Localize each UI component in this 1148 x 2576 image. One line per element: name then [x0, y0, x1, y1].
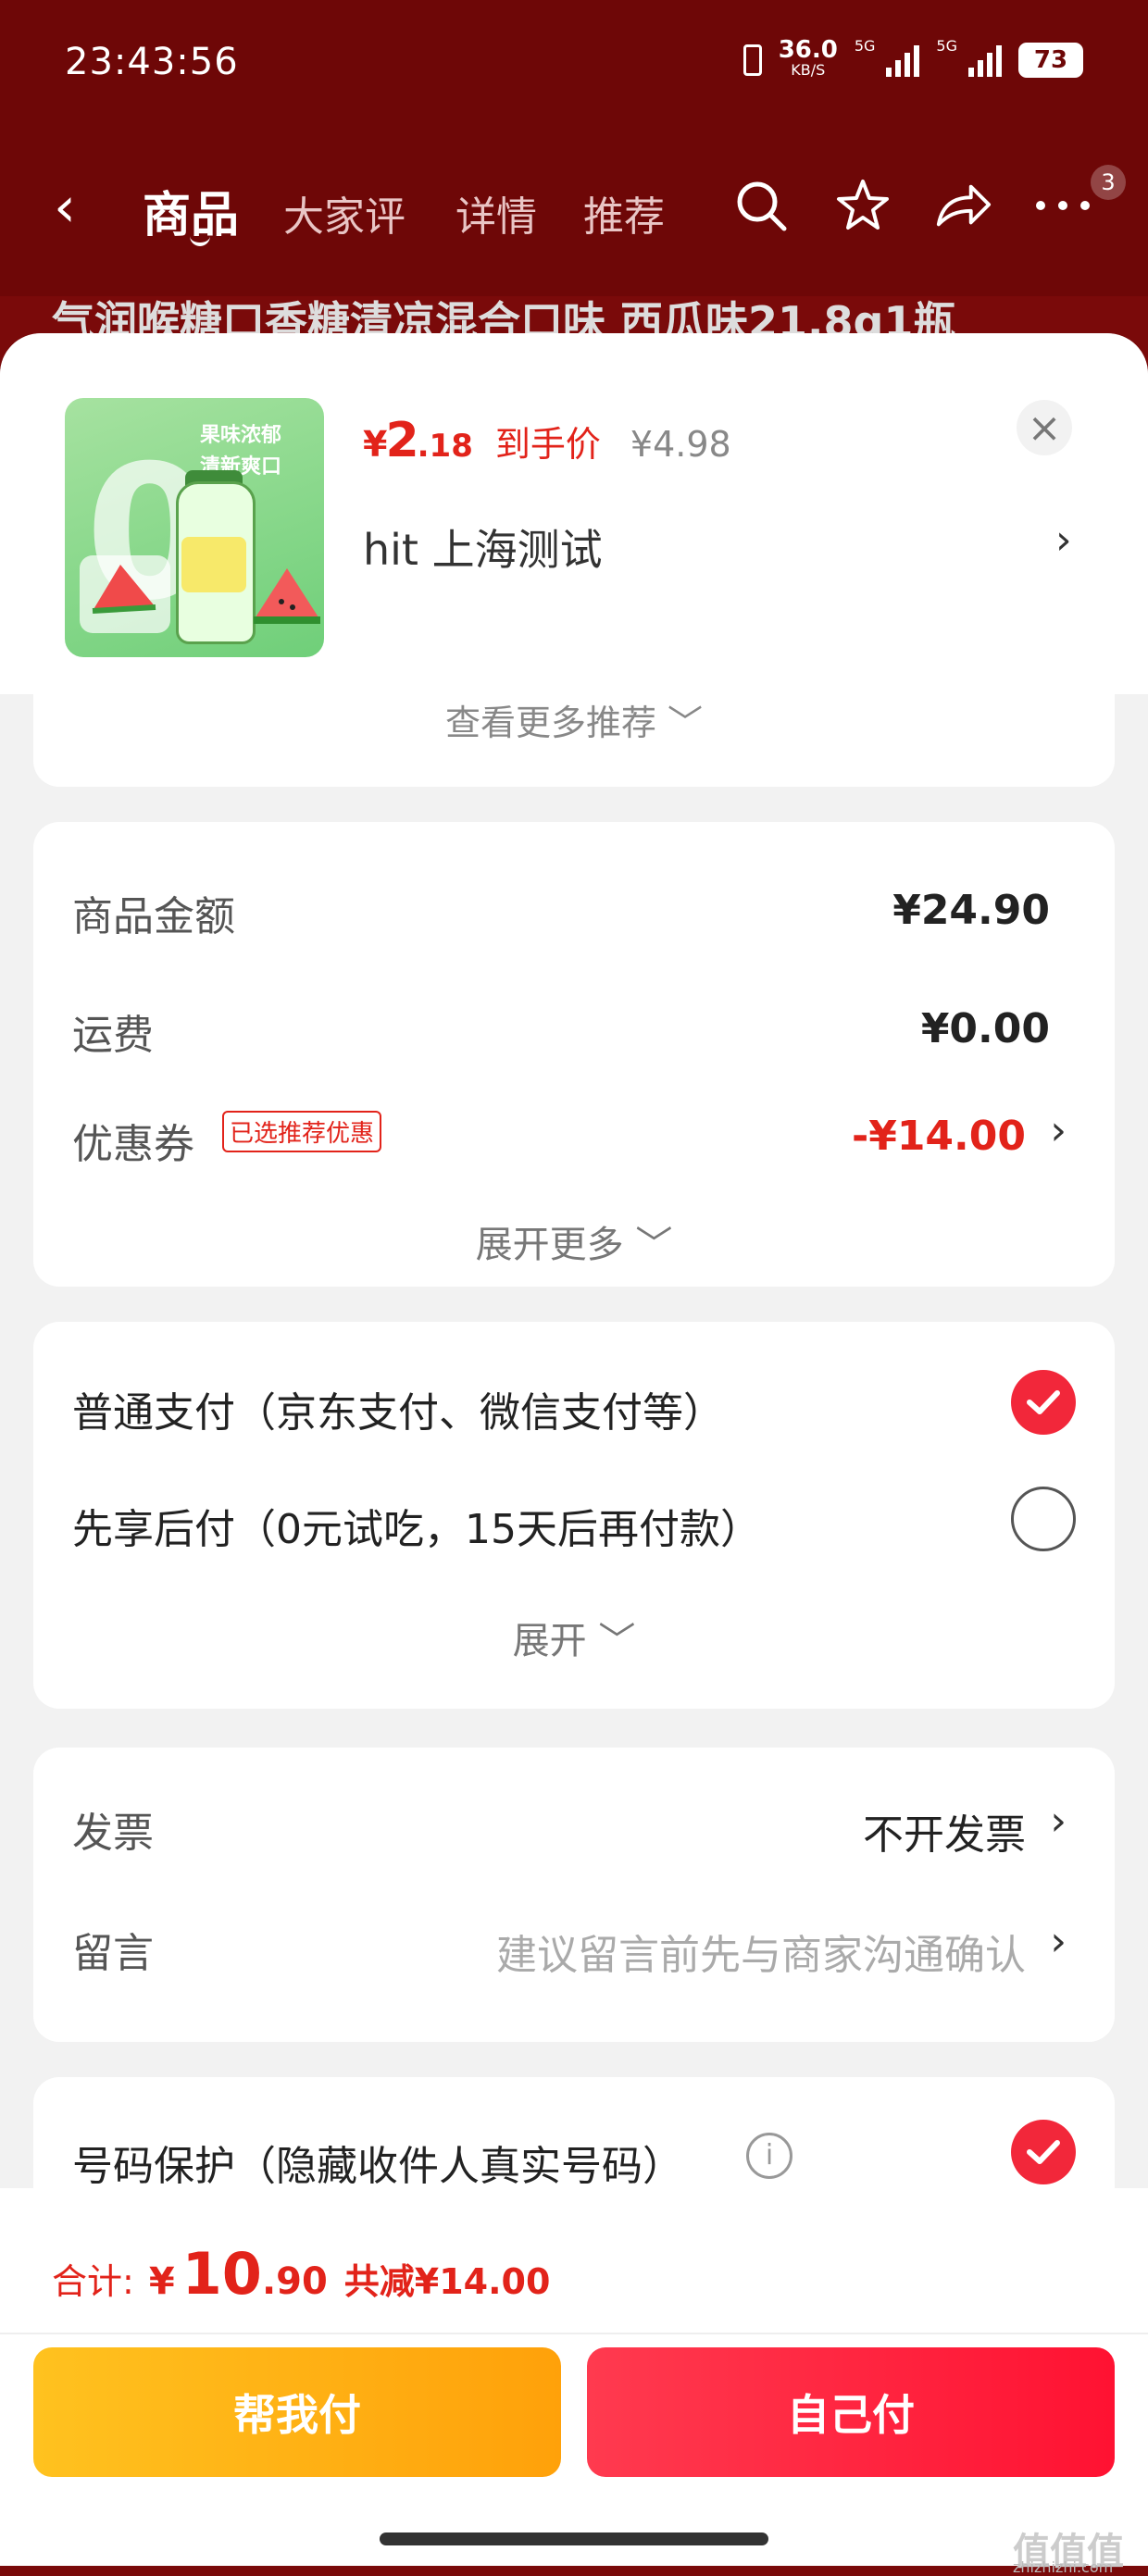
expand-more-link[interactable]: 展开更多 ﹀ [33, 1214, 1115, 1268]
chevron-right-icon[interactable]: › [1050, 1107, 1067, 1154]
total-saved: 共减¥14.00 [343, 2261, 551, 2302]
expand-payment-link[interactable]: 展开 ﹀ [33, 1611, 1115, 1664]
more-icon[interactable] [1033, 176, 1092, 235]
amount-card: 商品金额 ¥24.90 运费 ¥0.00 优惠券 已选推荐优惠 -¥14.00 … [33, 822, 1115, 1287]
tab-recommend[interactable]: 推荐 [583, 183, 665, 243]
price-row: ¥ 2 .18 到手价 ¥4.98 [363, 413, 731, 468]
radio-checked-icon[interactable] [1011, 1370, 1076, 1435]
coupon-recommended-tag: 已选推荐优惠 [222, 1111, 382, 1152]
bottle-label [181, 537, 246, 592]
close-button[interactable]: × [1017, 400, 1072, 455]
sim2-label: 5G [936, 37, 957, 55]
final-price-tag: 到手价 [494, 424, 601, 465]
tab-reviews[interactable]: 大家评 [283, 183, 406, 243]
radio-checked-icon[interactable] [1011, 2120, 1076, 2184]
total-label: 合计: [52, 2261, 134, 2302]
radio-unchecked-icon[interactable] [1011, 1487, 1076, 1551]
payment-option-later[interactable]: 先享后付（0元试吃，15天后再付款） [72, 1496, 761, 1555]
watermelon-icon [80, 555, 170, 633]
original-price: ¥4.98 [630, 424, 731, 465]
info-icon[interactable]: i [746, 2133, 792, 2179]
invoice-value[interactable]: 不开发票 [863, 1801, 1026, 1860]
chevron-right-icon[interactable]: › [1055, 516, 1072, 564]
bottom-action-bar: 合计: ¥ 10 .90 共减¥14.00 帮我付 自己付 值值值 zhizhi… [0, 2188, 1148, 2576]
chevron-right-icon[interactable]: › [1050, 1918, 1067, 1965]
help-pay-button[interactable]: 帮我付 [33, 2347, 561, 2477]
status-time: 23:43:56 [65, 41, 239, 83]
tab-details[interactable]: 详情 [455, 183, 537, 243]
net-speed: 36.0 KB/S [778, 36, 838, 79]
message-count-badge: 3 [1091, 165, 1126, 200]
nav-bar: ‹ 商品 大家评 详情 推荐 3 [0, 165, 1148, 246]
coupon-label: 优惠券 [72, 1121, 194, 1168]
number-protection-label: 号码保护（隐藏收件人真实号码） [72, 2143, 683, 2190]
battery-icon: 73 [1018, 43, 1083, 78]
price-decimal: .18 [417, 428, 473, 465]
invoice-label: 发票 [72, 1810, 154, 1857]
top-header: 23:43:56 36.0 KB/S 5G 5G 73 ‹ 商品 大家评 详情 推… [0, 0, 1148, 296]
sim1-label: 5G [854, 37, 876, 55]
coupon-value[interactable]: -¥14.00 [852, 1113, 1026, 1160]
note-label: 留言 [72, 1930, 154, 1977]
search-icon[interactable] [731, 176, 791, 235]
signal-icon [886, 44, 920, 77]
status-icons: 36.0 KB/S 5G 5G 73 [742, 36, 1083, 83]
note-input[interactable]: 建议留言前先与商家沟通确认 [496, 1922, 1026, 1981]
total-decimal: .90 [261, 2260, 328, 2303]
chevron-right-icon[interactable]: › [1050, 1798, 1067, 1845]
total-summary: 合计: ¥ 10 .90 共减¥14.00 [52, 2240, 550, 2308]
product-thumbnail: 0 果味浓郁 清新爽口 [65, 398, 324, 657]
self-pay-button[interactable]: 自己付 [587, 2347, 1115, 2477]
divider [0, 2333, 1148, 2334]
more-recommend-link[interactable]: 查看更多推荐 ﹀ [33, 694, 1115, 745]
more-recommend-card: 查看更多推荐 ﹀ [33, 694, 1115, 787]
back-icon[interactable]: ‹ [54, 180, 76, 235]
product-summary: 0 果味浓郁 清新爽口 ¥ 2 .18 到手价 ¥4.98 hit 上海测试 ›… [0, 333, 1148, 694]
payment-option-normal[interactable]: 普通支付（京东支付、微信支付等） [72, 1379, 724, 1438]
price-integer: 2 [385, 413, 419, 468]
price-currency: ¥ [363, 424, 388, 465]
total-currency: ¥ [148, 2260, 175, 2303]
total-integer: 10 [181, 2240, 262, 2308]
goods-amount-value: ¥24.90 [892, 887, 1050, 934]
invoice-note-card: 发票 不开发票 › 留言 建议留言前先与商家沟通确认 › [33, 1748, 1115, 2042]
shipping-label: 运费 [72, 1012, 154, 1059]
goods-amount-label: 商品金额 [72, 893, 235, 940]
vibrate-icon [742, 44, 762, 76]
watermelon-slice-icon [254, 568, 320, 624]
payment-method-card: 普通支付（京东支付、微信支付等） 先享后付（0元试吃，15天后再付款） 展开 ﹀ [33, 1322, 1115, 1709]
star-icon[interactable] [833, 176, 892, 235]
signal-icon [968, 44, 1002, 77]
share-icon[interactable] [933, 176, 992, 235]
variant-selector[interactable]: hit 上海测试 [363, 516, 603, 578]
home-indicator[interactable] [380, 2532, 768, 2545]
shipping-value: ¥0.00 [920, 1005, 1050, 1052]
watermark-url: zhizhizhi.com [1013, 2558, 1114, 2576]
